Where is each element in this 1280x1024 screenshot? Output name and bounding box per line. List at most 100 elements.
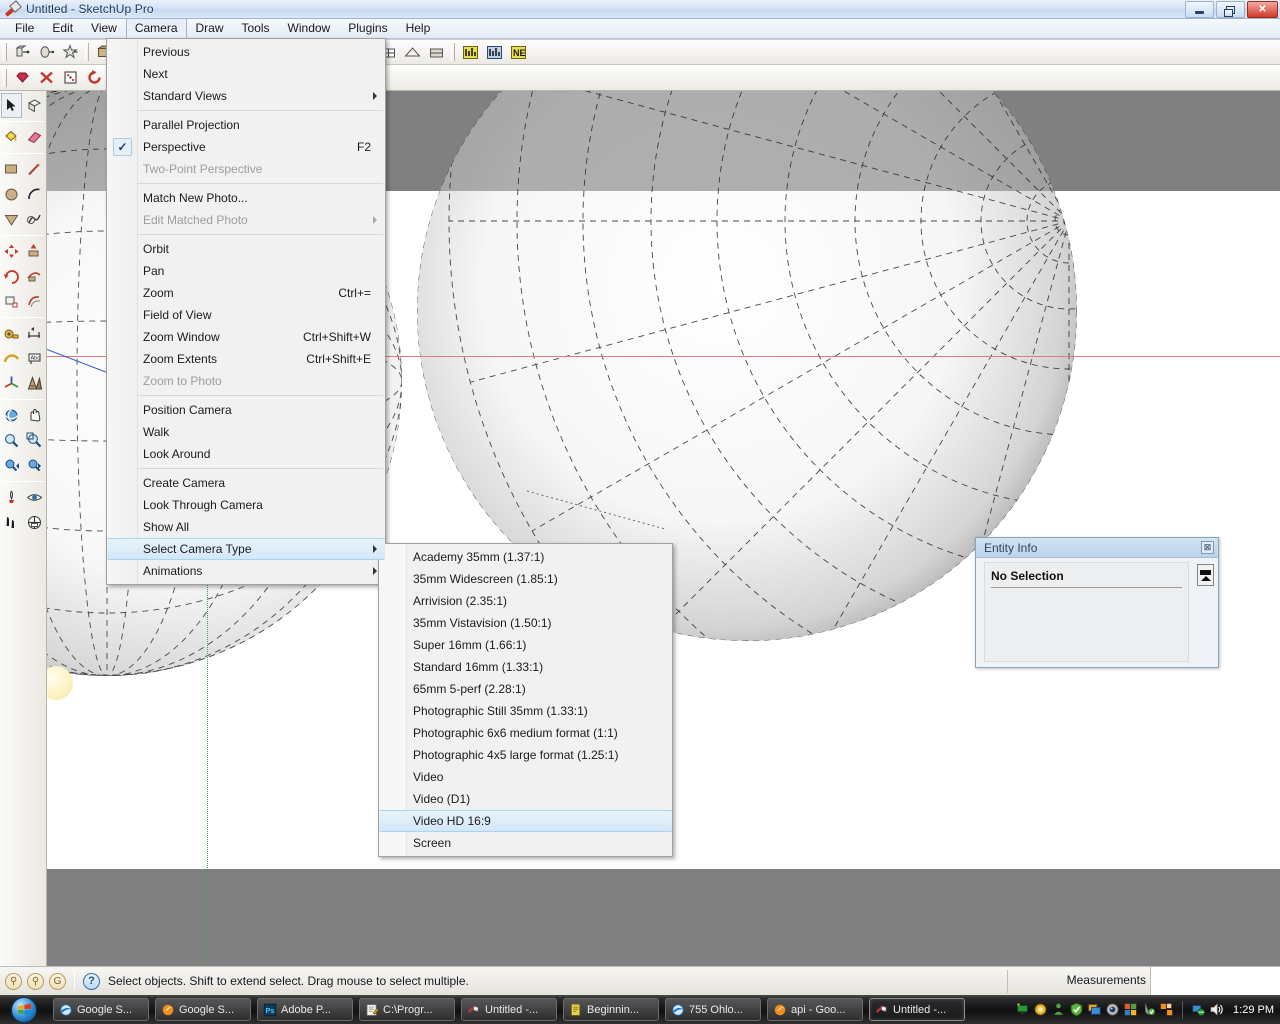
- geo-g-icon[interactable]: G: [49, 972, 66, 990]
- follow-me-tool[interactable]: [24, 264, 45, 289]
- taskbar-item[interactable]: 755 Ohlo...: [665, 998, 761, 1021]
- measurements-input[interactable]: [1150, 967, 1280, 995]
- paint-bucket-tool[interactable]: [1, 125, 22, 150]
- menu-draw[interactable]: Draw: [187, 18, 233, 39]
- orbit-tool[interactable]: [1, 403, 22, 428]
- menu-item-previous[interactable]: Previous: [107, 41, 385, 63]
- network-globe-icon[interactable]: [1191, 1002, 1206, 1017]
- polygon-tool[interactable]: [1, 207, 22, 232]
- orange-blocks-icon[interactable]: [1159, 1002, 1174, 1017]
- zoom-window-tool[interactable]: [24, 428, 45, 453]
- previous-view-tool[interactable]: [1, 453, 22, 478]
- office-icon[interactable]: [1123, 1002, 1138, 1017]
- menu-item-select-camera-type[interactable]: Select Camera Type: [107, 538, 385, 560]
- menu-file[interactable]: File: [6, 18, 43, 39]
- ruby-gem-button[interactable]: [11, 67, 33, 88]
- webcam-icon[interactable]: [1105, 1002, 1120, 1017]
- circle-tool[interactable]: [1, 182, 22, 207]
- menu-item-35mm-vistavision-1-50-1[interactable]: 35mm Vistavision (1.50:1): [379, 612, 672, 634]
- taskbar-item[interactable]: api - Goo...: [767, 998, 863, 1021]
- entity-info-panel[interactable]: Entity Info ⊠ No Selection: [975, 537, 1219, 668]
- taskbar-item[interactable]: Untitled -...: [869, 998, 965, 1021]
- section-plane-tool[interactable]: [24, 510, 45, 535]
- pan-tool[interactable]: [24, 403, 45, 428]
- menu-item-next[interactable]: Next: [107, 63, 385, 85]
- volume-icon[interactable]: [1209, 1002, 1224, 1017]
- arc-tool[interactable]: [24, 182, 45, 207]
- dice-button[interactable]: [59, 67, 81, 88]
- line-tool[interactable]: [24, 157, 45, 182]
- menu-item-zoom[interactable]: Zoom Ctrl+=: [107, 282, 385, 304]
- taskbar-item[interactable]: Ps Adobe P...: [257, 998, 353, 1021]
- menu-item-screen[interactable]: Screen: [379, 832, 672, 854]
- menu-tools[interactable]: Tools: [233, 18, 279, 39]
- close-button[interactable]: ✕: [1247, 1, 1278, 18]
- rotate-tool[interactable]: [1, 264, 22, 289]
- entity-info-close-icon[interactable]: ⊠: [1201, 541, 1214, 554]
- menu-item-look-through-camera[interactable]: Look Through Camera: [107, 494, 385, 516]
- rectangle-tool[interactable]: [1, 157, 22, 182]
- menu-edit[interactable]: Edit: [43, 18, 82, 39]
- camera-menu[interactable]: Previous Next Standard Views Parallel Proje…: [106, 38, 386, 585]
- taskbar-item[interactable]: Beginnin...: [563, 998, 659, 1021]
- menu-item-zoom-extents[interactable]: Zoom Extents Ctrl+Shift+E: [107, 348, 385, 370]
- offset-tool[interactable]: [24, 289, 45, 314]
- menu-view[interactable]: View: [82, 18, 126, 39]
- taskbar-item[interactable]: C:\Progr...: [359, 998, 455, 1021]
- dimension-tool[interactable]: [24, 321, 45, 346]
- toolbar-grip[interactable]: [3, 68, 7, 87]
- text-tool[interactable]: Abc: [24, 346, 45, 371]
- zoom-tool[interactable]: [1, 428, 22, 453]
- menu-item-parallel-projection[interactable]: Parallel Projection: [107, 114, 385, 136]
- refresh-button[interactable]: [83, 67, 105, 88]
- menu-item-standard-16mm-1-33-1[interactable]: Standard 16mm (1.33:1): [379, 656, 672, 678]
- freehand-tool[interactable]: [24, 207, 45, 232]
- protractor-tool[interactable]: [1, 346, 22, 371]
- menu-item-academy-35mm-1-37-1[interactable]: Academy 35mm (1.37:1): [379, 546, 672, 568]
- push-pull-tool[interactable]: [24, 239, 45, 264]
- orange-circle-icon[interactable]: [1033, 1002, 1048, 1017]
- position-camera-tool[interactable]: [1, 485, 22, 510]
- axes-tool[interactable]: [1, 371, 22, 396]
- toolbar-grip[interactable]: [85, 43, 89, 61]
- menu-item-show-all[interactable]: Show All: [107, 516, 385, 538]
- credits-person-icon[interactable]: ⚲: [27, 972, 44, 990]
- menu-item-animations[interactable]: Animations: [107, 560, 385, 582]
- next-view-tool[interactable]: [24, 453, 45, 478]
- menu-item-perspective[interactable]: ✓ Perspective F2: [107, 136, 385, 158]
- blue-window-icon[interactable]: [1087, 1002, 1102, 1017]
- green-person-icon[interactable]: [1051, 1002, 1066, 1017]
- entity-info-expand-button[interactable]: [1197, 564, 1214, 586]
- menu-item-zoom-window[interactable]: Zoom Window Ctrl+Shift+W: [107, 326, 385, 348]
- menu-item-match-new-photo[interactable]: Match New Photo...: [107, 187, 385, 209]
- interact-button[interactable]: [59, 42, 81, 63]
- taskbar-clock[interactable]: 1:29 PM: [1233, 1004, 1274, 1016]
- component-button[interactable]: [11, 42, 33, 63]
- red-x-button[interactable]: [35, 67, 57, 88]
- menu-item-position-camera[interactable]: Position Camera: [107, 399, 385, 421]
- look-around-tool[interactable]: [24, 485, 45, 510]
- toolbar-grip[interactable]: [3, 43, 7, 61]
- shield-check-icon[interactable]: [1069, 1002, 1084, 1017]
- antivirus-icon[interactable]: [1141, 1002, 1156, 1017]
- menu-item-photographic-still-35mm-1-33-1[interactable]: Photographic Still 35mm (1.33:1): [379, 700, 672, 722]
- roof-button[interactable]: [401, 42, 423, 63]
- scale-tool[interactable]: [1, 289, 22, 314]
- menu-camera[interactable]: Camera: [125, 18, 187, 39]
- taskbar-item[interactable]: Google S...: [155, 998, 251, 1021]
- toolbar-grip[interactable]: [451, 43, 455, 61]
- menu-help[interactable]: Help: [397, 18, 440, 39]
- ne-button[interactable]: NE: [507, 42, 529, 63]
- move-tool[interactable]: [1, 239, 22, 264]
- menu-window[interactable]: Window: [279, 18, 340, 39]
- maximize-button[interactable]: [1216, 1, 1245, 18]
- menu-item-pan[interactable]: Pan: [107, 260, 385, 282]
- minimize-button[interactable]: [1185, 1, 1214, 18]
- start-button[interactable]: [1, 996, 47, 1023]
- eraser-tool[interactable]: [24, 125, 45, 150]
- menu-item-walk[interactable]: Walk: [107, 421, 385, 443]
- menu-item-look-around[interactable]: Look Around: [107, 443, 385, 465]
- graph-blue-button[interactable]: [483, 42, 505, 63]
- 3d-text-tool[interactable]: [24, 371, 45, 396]
- make-component-tool[interactable]: [24, 93, 45, 118]
